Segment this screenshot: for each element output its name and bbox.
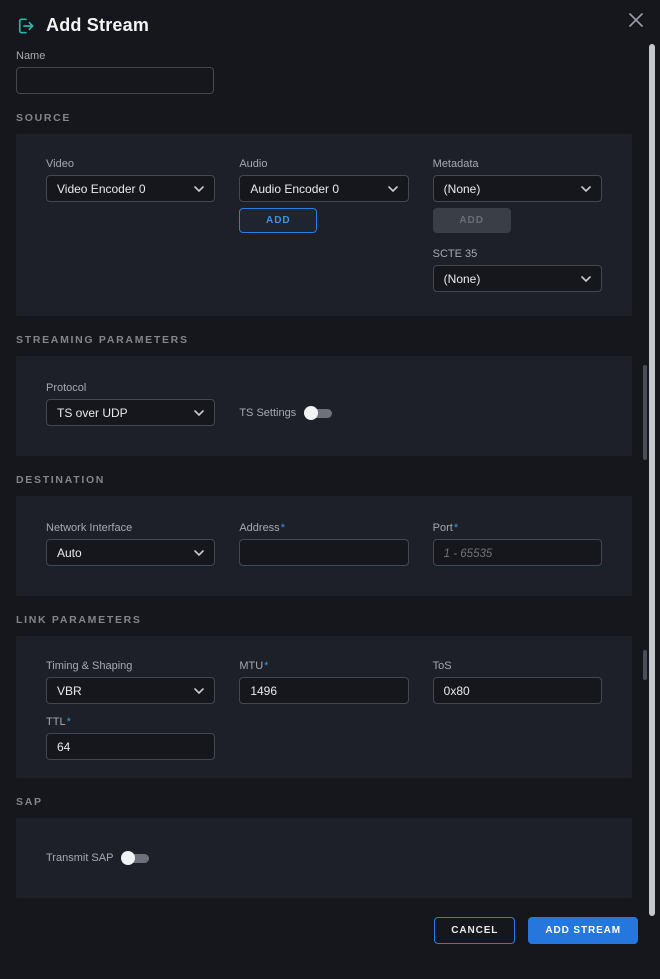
video-select[interactable]: Video Encoder 0 xyxy=(46,175,215,202)
video-field: Video Video Encoder 0 xyxy=(46,158,215,292)
transmit-sap-toggle[interactable] xyxy=(121,851,149,865)
dialog-title: Add Stream xyxy=(46,15,149,36)
link-parameters-panel: Timing & Shaping VBR MTU* ToS TTL* xyxy=(16,636,632,778)
required-asterisk: * xyxy=(67,716,71,728)
sap-panel: Transmit SAP xyxy=(16,818,632,898)
port-label: Port* xyxy=(433,522,602,534)
address-input[interactable] xyxy=(239,539,408,566)
metadata-add-button[interactable]: ADD xyxy=(433,208,511,233)
audio-select[interactable]: Audio Encoder 0 xyxy=(239,175,408,202)
protocol-label: Protocol xyxy=(46,382,215,394)
ttl-label: TTL* xyxy=(46,716,215,728)
section-heading-link-parameters: LINK PARAMETERS xyxy=(16,614,644,626)
protocol-select[interactable]: TS over UDP xyxy=(46,399,215,426)
timing-shaping-label: Timing & Shaping xyxy=(46,660,215,672)
audio-field: Audio Audio Encoder 0 ADD xyxy=(239,158,408,292)
ttl-field: TTL* xyxy=(46,716,215,760)
transmit-sap-label: Transmit SAP xyxy=(46,852,113,864)
dialog-footer: CANCEL ADD STREAM xyxy=(0,917,638,944)
cancel-button[interactable]: CANCEL xyxy=(434,917,515,944)
timing-shaping-field: Timing & Shaping VBR xyxy=(46,660,215,704)
audio-add-button[interactable]: ADD xyxy=(239,208,317,233)
metadata-label: Metadata xyxy=(433,158,602,170)
section-heading-streaming-parameters: STREAMING PARAMETERS xyxy=(16,334,644,346)
mtu-field: MTU* xyxy=(239,660,408,704)
timing-shaping-select[interactable]: VBR xyxy=(46,677,215,704)
address-field: Address* xyxy=(239,522,408,566)
section-heading-destination: DESTINATION xyxy=(16,474,644,486)
ts-settings-label: TS Settings xyxy=(239,407,296,419)
scte35-label: SCTE 35 xyxy=(433,248,602,260)
audio-select-value: Audio Encoder 0 xyxy=(250,182,339,196)
protocol-select-value: TS over UDP xyxy=(57,406,128,420)
scte35-select-value: (None) xyxy=(444,272,481,286)
protocol-field: Protocol TS over UDP xyxy=(46,382,215,426)
chevron-down-icon xyxy=(581,276,591,282)
panel-scrollbar-thumb[interactable] xyxy=(643,365,647,460)
chevron-down-icon xyxy=(388,186,398,192)
panel-scrollbar-thumb[interactable] xyxy=(643,650,647,680)
network-interface-field: Network Interface Auto xyxy=(46,522,215,566)
metadata-select[interactable]: (None) xyxy=(433,175,602,202)
tos-label: ToS xyxy=(433,660,602,672)
network-interface-label: Network Interface xyxy=(46,522,215,534)
mtu-label: MTU* xyxy=(239,660,408,672)
port-input[interactable] xyxy=(433,539,602,566)
close-icon[interactable] xyxy=(624,8,648,32)
required-asterisk: * xyxy=(264,660,268,672)
source-panel: Video Video Encoder 0 Audio Audio Encode… xyxy=(16,134,632,316)
metadata-field: Metadata (None) ADD SCTE 35 (None) xyxy=(433,158,602,292)
add-stream-button[interactable]: ADD STREAM xyxy=(528,917,638,944)
ts-settings-field: TS Settings xyxy=(239,382,408,426)
timing-shaping-select-value: VBR xyxy=(57,684,82,698)
name-input[interactable] xyxy=(16,67,214,94)
ts-settings-toggle[interactable] xyxy=(304,406,332,420)
video-label: Video xyxy=(46,158,215,170)
ttl-input[interactable] xyxy=(46,733,215,760)
chevron-down-icon xyxy=(194,410,204,416)
name-label: Name xyxy=(16,50,644,62)
scte35-select[interactable]: (None) xyxy=(433,265,602,292)
video-select-value: Video Encoder 0 xyxy=(57,182,146,196)
destination-panel: Network Interface Auto Address* Port* xyxy=(16,496,632,596)
port-field: Port* xyxy=(433,522,602,566)
chevron-down-icon xyxy=(581,186,591,192)
required-asterisk: * xyxy=(281,522,285,534)
audio-label: Audio xyxy=(239,158,408,170)
metadata-select-value: (None) xyxy=(444,182,481,196)
tos-input[interactable] xyxy=(433,677,602,704)
tos-field: ToS xyxy=(433,660,602,704)
add-stream-dialog: Add Stream Name SOURCE Video Video Encod… xyxy=(0,0,660,979)
network-interface-select-value: Auto xyxy=(57,546,82,560)
mtu-input[interactable] xyxy=(239,677,408,704)
chevron-down-icon xyxy=(194,550,204,556)
dialog-header: Add Stream xyxy=(0,0,660,39)
stream-out-icon xyxy=(16,16,36,36)
streaming-parameters-panel: Protocol TS over UDP TS Settings xyxy=(16,356,632,456)
required-asterisk: * xyxy=(454,522,458,534)
name-field: Name xyxy=(16,50,644,94)
network-interface-select[interactable]: Auto xyxy=(46,539,215,566)
address-label: Address* xyxy=(239,522,408,534)
chevron-down-icon xyxy=(194,186,204,192)
chevron-down-icon xyxy=(194,688,204,694)
scrollbar[interactable] xyxy=(649,44,655,916)
section-heading-sap: SAP xyxy=(16,796,644,808)
section-heading-source: SOURCE xyxy=(16,112,644,124)
